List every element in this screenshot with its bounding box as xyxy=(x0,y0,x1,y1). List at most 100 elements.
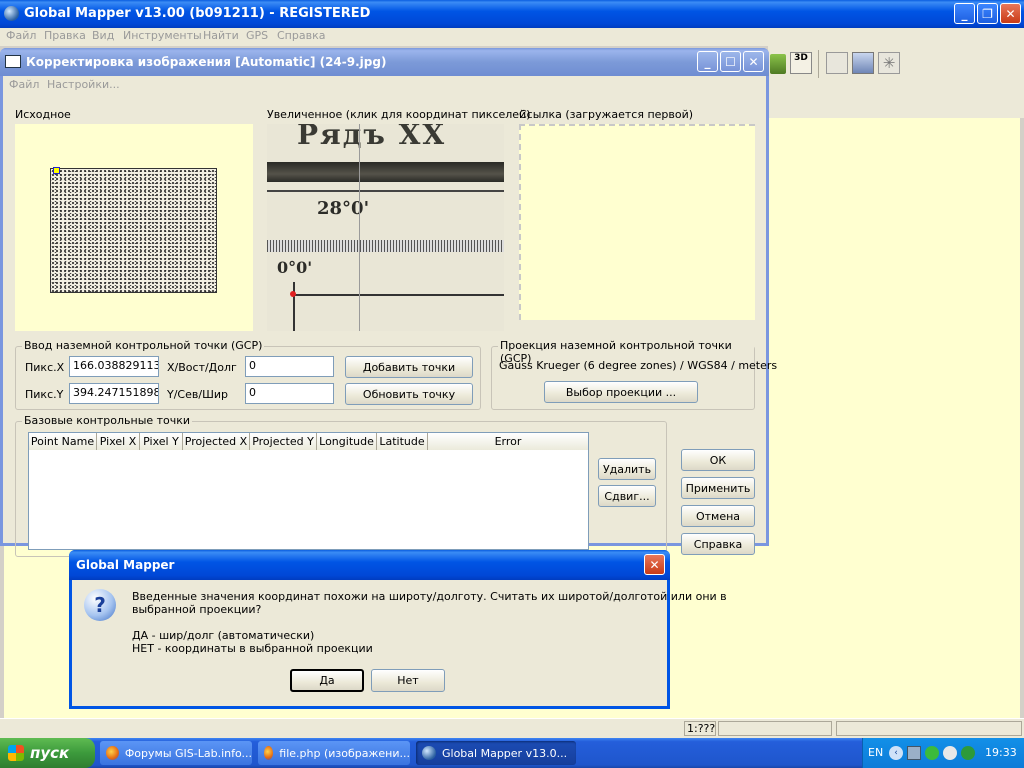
main-menu-bar: Файл Правка Вид Инструменты Найти GPS Сп… xyxy=(0,28,1024,46)
task-button-gislab[interactable]: Форумы GIS-Lab.info... xyxy=(100,741,252,765)
task-label-gislab: Форумы GIS-Lab.info... xyxy=(124,746,252,760)
digitizer-icon[interactable] xyxy=(852,52,874,74)
col-latitude[interactable]: Latitude xyxy=(377,433,428,450)
reference-panel-label: Ссылка (загружается первой) xyxy=(519,108,694,121)
3d-view-icon[interactable]: 3D xyxy=(790,52,812,74)
status-bar: 1:??? xyxy=(0,718,1024,738)
rectify-dialog-title: Корректировка изображения [Automatic] (2… xyxy=(26,55,387,69)
status-scale: 1:??? xyxy=(684,721,716,736)
dialog-close-button[interactable]: ✕ xyxy=(743,51,764,72)
task-button-file-php[interactable]: file.php (изображени... xyxy=(258,741,410,765)
col-pixel-x[interactable]: Pixel X xyxy=(97,433,140,450)
dialog-menu-file[interactable]: Файл xyxy=(9,78,39,91)
add-points-button[interactable]: Добавить точки xyxy=(345,356,473,378)
torrent-icon[interactable] xyxy=(961,746,975,760)
close-button[interactable]: ✕ xyxy=(1000,3,1021,24)
minimize-button[interactable]: _ xyxy=(954,3,975,24)
menu-help[interactable]: Справка xyxy=(277,29,325,42)
status-pane-1 xyxy=(718,721,832,736)
yes-button[interactable]: Да xyxy=(290,669,364,692)
menu-find[interactable]: Найти xyxy=(203,29,239,42)
col-point-name[interactable]: Point Name xyxy=(29,433,97,450)
message-line-3: ДА - шир/долг (автоматически) xyxy=(132,629,315,642)
col-longitude[interactable]: Longitude xyxy=(317,433,377,450)
gcp-table[interactable]: Point Name Pixel X Pixel Y Projected X P… xyxy=(28,432,589,550)
update-point-button[interactable]: Обновить точку xyxy=(345,383,473,405)
question-icon: ? xyxy=(84,589,116,621)
ok-button[interactable]: ОК xyxy=(681,449,755,471)
apply-button[interactable]: Применить xyxy=(681,477,755,499)
dialog-maximize-button[interactable]: ☐ xyxy=(720,51,741,72)
y-north-lat-input[interactable]: 0 xyxy=(245,383,334,404)
original-image-panel[interactable] xyxy=(15,124,253,331)
help-button[interactable]: Справка xyxy=(681,533,755,555)
windows-flag-icon xyxy=(8,745,24,761)
volume-icon[interactable] xyxy=(943,746,957,760)
message-line-4: НЕТ - координаты в выбранной проекции xyxy=(132,642,373,655)
col-projected-y[interactable]: Projected Y xyxy=(250,433,317,450)
menu-file[interactable]: Файл xyxy=(6,29,36,42)
x-east-lon-label: X/Вост/Долг xyxy=(167,361,237,374)
status-pane-2 xyxy=(836,721,1022,736)
message-box-close-button[interactable]: ✕ xyxy=(644,554,665,575)
start-button[interactable]: пуск xyxy=(0,738,95,768)
dialog-menu-settings[interactable]: Настройки... xyxy=(47,78,120,91)
toolbar-separator xyxy=(818,50,819,78)
dialog-minimize-button[interactable]: _ xyxy=(697,51,718,72)
language-indicator[interactable]: EN xyxy=(868,746,883,759)
flag-tool-icon[interactable] xyxy=(826,52,848,74)
tray-arrow-icon[interactable]: ‹ xyxy=(889,746,903,760)
zoom-text-lon: 0°0' xyxy=(277,258,313,277)
shift-points-button[interactable]: Сдвиг... xyxy=(598,485,656,507)
pixel-y-input[interactable]: 394.2471518987 xyxy=(69,383,159,404)
gcp-table-group-label: Базовые контрольные точки xyxy=(22,414,193,427)
original-image-thumbnail[interactable] xyxy=(50,168,217,293)
gcp-entry-group-label: Ввод наземной контрольной точки (GCP) xyxy=(22,339,265,352)
layer-tool-icon[interactable] xyxy=(770,54,786,74)
maximize-icon: ☐ xyxy=(725,54,736,69)
gcp-table-header: Point Name Pixel X Pixel Y Projected X P… xyxy=(29,433,588,450)
clock[interactable]: 19:33 xyxy=(985,746,1017,759)
pixel-x-input[interactable]: 166.0388291139 xyxy=(69,356,159,377)
rectify-dialog-title-bar[interactable]: Корректировка изображения [Automatic] (2… xyxy=(0,48,769,76)
firefox-icon xyxy=(264,746,274,760)
projection-value: Gauss Krueger (6 degree zones) / WGS84 /… xyxy=(499,359,778,372)
reference-image-panel[interactable] xyxy=(519,124,755,320)
zoomed-image-panel[interactable]: Рядъ ХХ 28°0' 0°0' xyxy=(267,124,504,331)
system-tray: EN ‹ 19:33 xyxy=(862,738,1024,768)
col-error[interactable]: Error xyxy=(428,433,588,450)
map-toolbar-strip xyxy=(768,90,1024,118)
x-east-lon-input[interactable]: 0 xyxy=(245,356,334,377)
rectify-dialog: Корректировка изображения [Automatic] (2… xyxy=(0,48,777,557)
message-box-body: ? Введенные значения координат похожи на… xyxy=(72,580,727,706)
col-projected-x[interactable]: Projected X xyxy=(183,433,250,450)
security-icon[interactable] xyxy=(925,746,939,760)
delete-point-button[interactable]: Удалить xyxy=(598,458,656,480)
menu-view[interactable]: Вид xyxy=(92,29,114,42)
cancel-button[interactable]: Отмена xyxy=(681,505,755,527)
minimize-icon: _ xyxy=(961,6,968,21)
message-box-title: Global Mapper xyxy=(76,558,175,572)
menu-edit[interactable]: Правка xyxy=(44,29,86,42)
message-box-title-bar[interactable]: Global Mapper ✕ xyxy=(69,550,670,580)
globe-app-icon xyxy=(4,6,19,21)
col-pixel-y[interactable]: Pixel Y xyxy=(140,433,183,450)
no-button[interactable]: Нет xyxy=(371,669,445,692)
gcp-point-marker-icon xyxy=(290,291,296,297)
maximize-button[interactable]: ❐ xyxy=(977,3,998,24)
select-projection-button[interactable]: Выбор проекции ... xyxy=(544,381,698,403)
menu-gps[interactable]: GPS xyxy=(246,29,268,42)
zoomed-panel-label: Увеличенное (клик для координат пикселей… xyxy=(267,108,531,121)
y-north-lat-label: Y/Сев/Шир xyxy=(167,388,228,401)
start-label: пуск xyxy=(30,744,70,762)
minimize-icon: _ xyxy=(704,54,711,69)
main-title-bar[interactable]: Global Mapper v13.00 (b091211) - REGISTE… xyxy=(0,0,1024,28)
task-button-global-mapper[interactable]: Global Mapper v13.0... xyxy=(416,741,576,765)
message-line-1: Введенные значения координат похожи на ш… xyxy=(132,590,727,603)
zoom-frame-line-2 xyxy=(293,282,295,331)
menu-tools[interactable]: Инструменты xyxy=(123,29,202,42)
network-icon[interactable] xyxy=(907,746,921,760)
snowflake-tool-icon[interactable]: ✳ xyxy=(878,52,900,74)
message-line-2: выбранной проекции? xyxy=(132,603,262,616)
zoom-thick-band xyxy=(267,162,504,182)
